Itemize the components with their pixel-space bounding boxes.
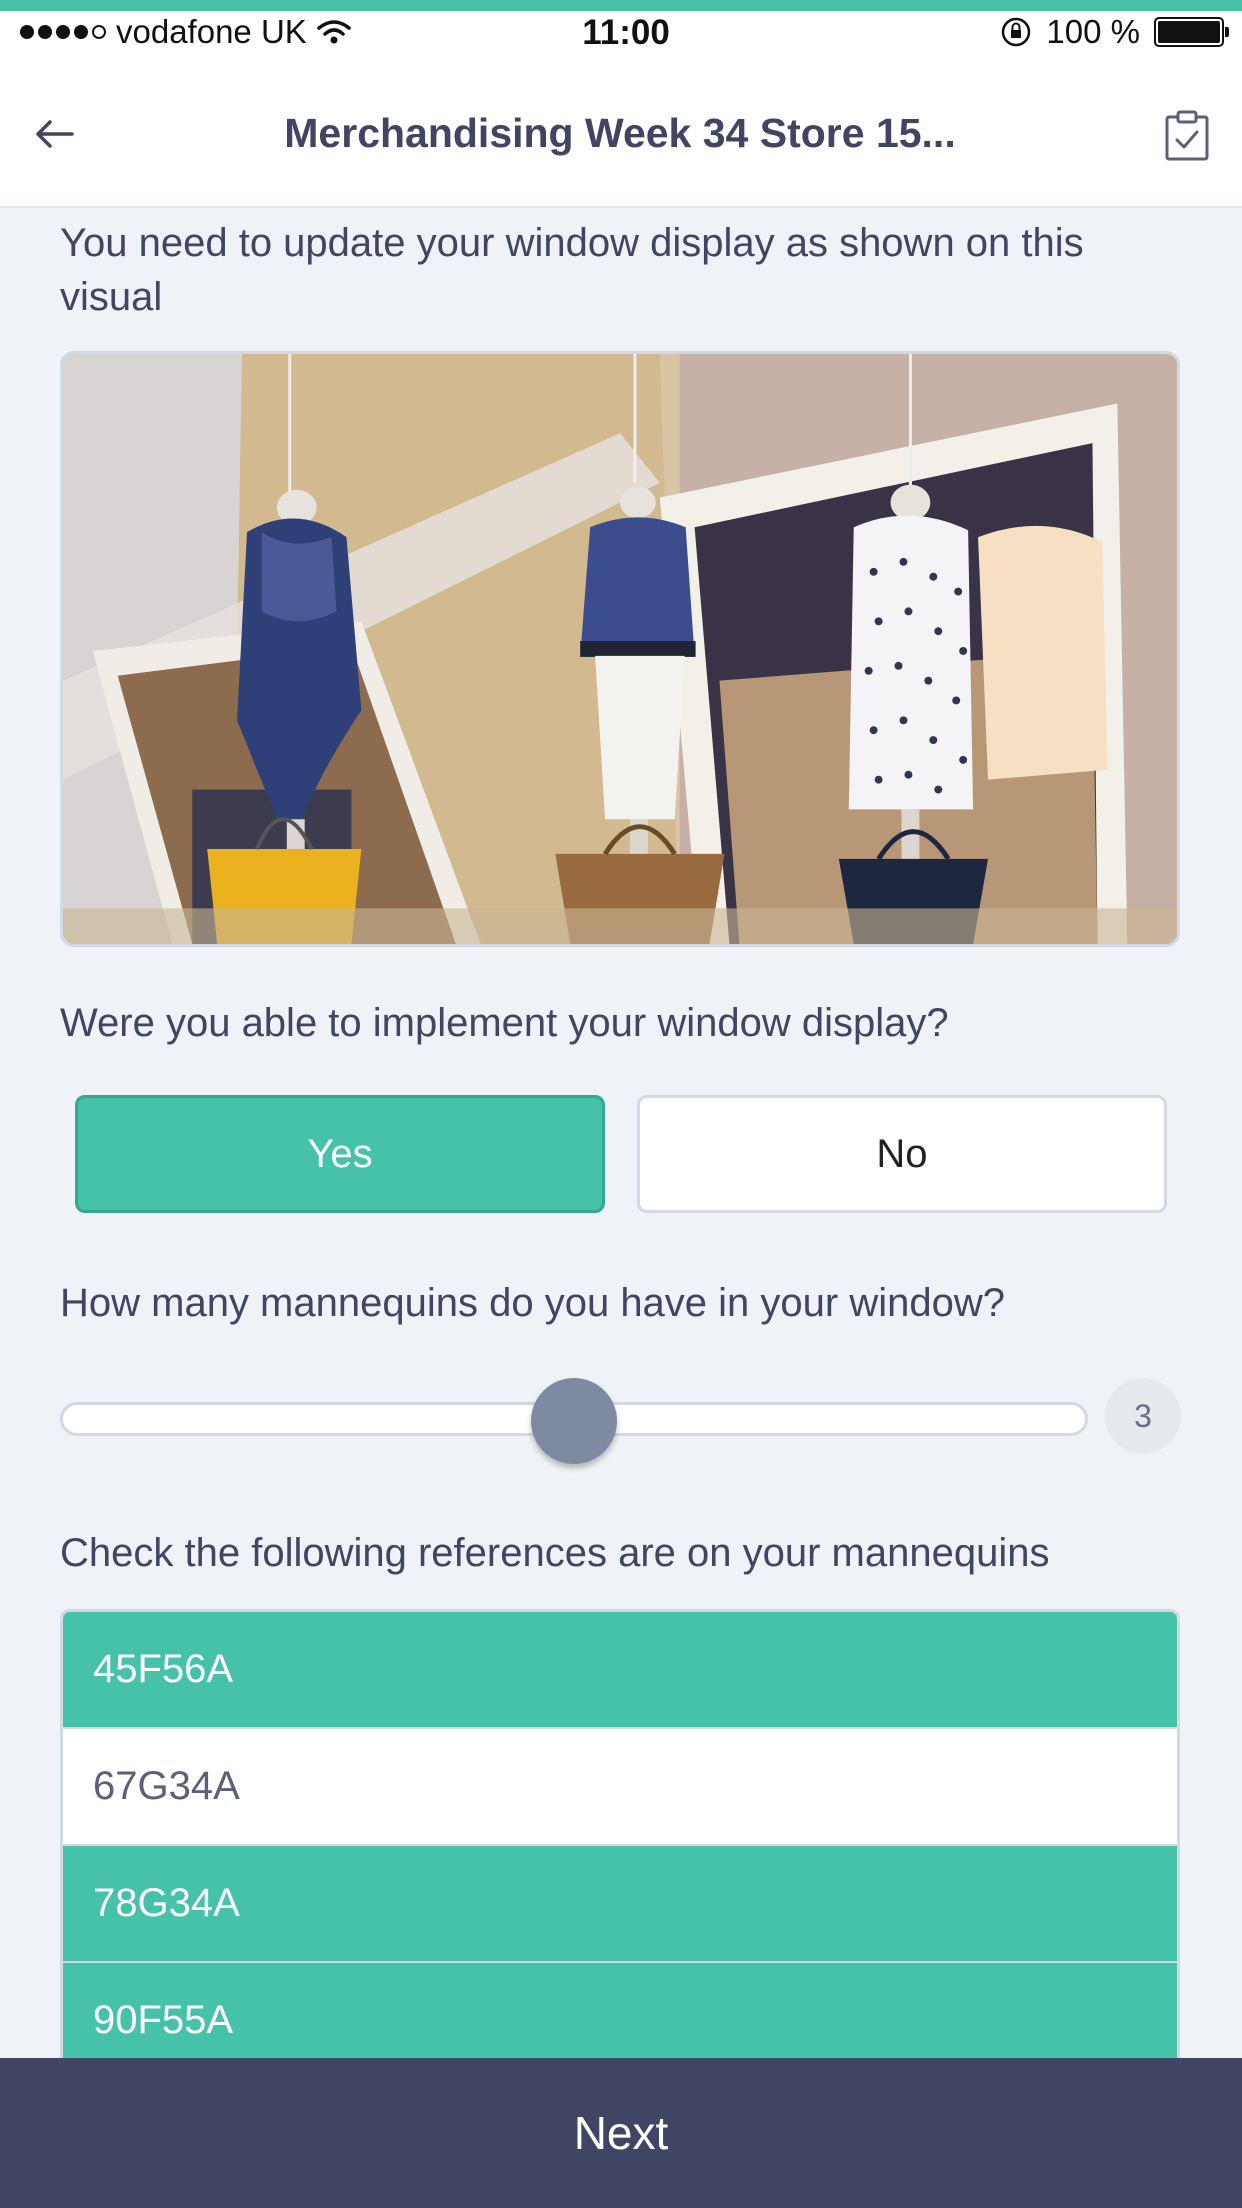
top-accent-line: [0, 0, 1242, 11]
battery-percent: 100 %: [1046, 13, 1140, 50]
reference-code: 90F55A: [93, 1998, 234, 2042]
reference-item[interactable]: 78G34A: [63, 1846, 1177, 1963]
reference-item[interactable]: 67G34A: [63, 1729, 1177, 1846]
status-right: 100 %: [1000, 13, 1229, 51]
window-display-visual: [60, 351, 1180, 947]
reference-list: 45F56A 67G34A 78G34A 90F55A: [60, 1609, 1180, 2083]
orientation-lock-icon: [1002, 17, 1031, 47]
reference-item[interactable]: 45F56A: [63, 1612, 1177, 1729]
yes-button[interactable]: Yes: [75, 1095, 605, 1213]
no-button[interactable]: No: [637, 1095, 1167, 1213]
reference-code: 45F56A: [93, 1647, 234, 1691]
clipboard-check-icon[interactable]: [1164, 110, 1210, 162]
next-button[interactable]: Next: [0, 2058, 1242, 2208]
battery-icon: [1154, 17, 1229, 47]
page-title: Merchandising Week 34 Store 15...: [284, 110, 956, 156]
nav-bar: Merchandising Week 34 Store 15...: [0, 55, 1242, 208]
question-references: Check the following references are on yo…: [60, 1531, 1050, 1575]
question-mannequin-count: How many mannequins do you have in your …: [60, 1281, 1005, 1325]
status-bar: vodafone UK 11:00 100 %: [0, 11, 1242, 55]
reference-code: 67G34A: [93, 1764, 240, 1808]
slider-value-badge: 3: [1105, 1378, 1181, 1454]
back-arrow-icon[interactable]: [30, 110, 78, 158]
mannequin-slider-thumb[interactable]: [531, 1378, 617, 1464]
question-window-visual: You need to update your window display a…: [60, 221, 1084, 319]
reference-code: 78G34A: [93, 1881, 240, 1925]
question-implement: Were you able to implement your window d…: [60, 1001, 949, 1045]
